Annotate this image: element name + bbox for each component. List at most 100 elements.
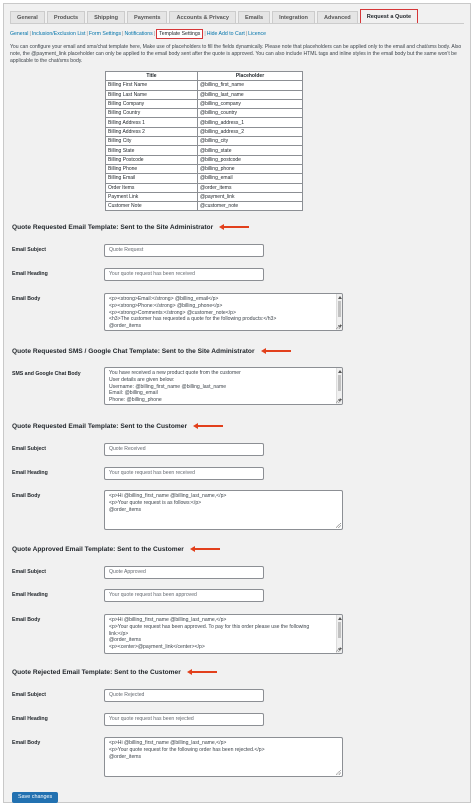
resize-handle[interactable] xyxy=(336,324,341,329)
placeholder-title-cell: Billing Email xyxy=(105,173,198,184)
body-line: <p><strong>Comments:</strong> @customer_… xyxy=(109,309,236,316)
customer-rejected-body-textarea[interactable]: <p>Hi @billing_first_name @billing_last_… xyxy=(104,737,343,777)
customer-rejected-subject-input[interactable]: Quote Rejected xyxy=(104,689,264,702)
tabs-divider xyxy=(10,23,464,24)
placeholder-title-cell: Billing Address 2 xyxy=(105,126,198,138)
placeholder-code-cell: @billing_email xyxy=(197,173,303,184)
body-line: <p>Your quote request for the following … xyxy=(109,746,265,753)
arrow-icon xyxy=(189,545,220,552)
placeholder-code-cell: @billing_last_name xyxy=(197,89,303,100)
placeholder-code-cell: @billing_phone xyxy=(197,163,303,175)
body-line: @order_items xyxy=(109,753,142,760)
placeholder-code-cell: @billing_state xyxy=(197,145,303,156)
intro-text: You can configure your email and sms/cha… xyxy=(10,44,462,64)
placeholder-title-cell: Order Items xyxy=(105,182,198,193)
placeholder-title-cell: Billing City xyxy=(105,136,198,147)
sms-body-label: SMS and Google Chat Body xyxy=(12,371,81,377)
resize-handle[interactable] xyxy=(336,770,341,775)
admin-email-subject-input[interactable]: Quote Request xyxy=(104,244,264,257)
body-line: <p><strong>Phone:</strong> @billing_phon… xyxy=(109,302,223,309)
placeholder-title-cell: Payment Link xyxy=(105,191,198,203)
customer-rejected-subject-label: Email Subject xyxy=(12,692,47,698)
resize-handle[interactable] xyxy=(336,398,341,403)
customer-rejected-heading-label: Email Heading xyxy=(12,716,48,722)
placeholder-code-cell: @payment_link xyxy=(197,191,303,203)
column-placeholder: Placeholder xyxy=(197,70,303,82)
tab-request-a-quote[interactable]: Request a Quote xyxy=(359,9,419,24)
subnav-template-settings[interactable]: Template Settings xyxy=(156,29,204,39)
subnav-general[interactable]: General xyxy=(10,31,28,37)
subnav-inclusion-exclusion[interactable]: Inclusion/Exclusion List xyxy=(32,31,86,37)
table-row: Billing Email @billing_email xyxy=(105,173,303,184)
customer-requested-subject-input[interactable]: Quote Received xyxy=(104,443,264,456)
placeholder-code-cell: @billing_postcode xyxy=(197,154,303,165)
subnav-hide-add-to-cart[interactable]: Hide Add to Cart xyxy=(207,31,245,37)
customer-approved-section-title: Quote Approved Email Template: Sent to t… xyxy=(12,545,220,553)
placeholder-title-cell: Billing Company xyxy=(105,98,198,110)
resize-handle[interactable] xyxy=(336,647,341,652)
customer-approved-heading-label: Email Heading xyxy=(12,592,48,598)
subnav-form-settings[interactable]: Form Settings xyxy=(89,31,121,37)
table-row: Billing Postcode @billing_postcode xyxy=(105,154,303,165)
admin-email-section-title: Quote Requested Email Template: Sent to … xyxy=(12,223,250,231)
admin-email-heading-input[interactable]: Your quote request has been received xyxy=(104,268,264,281)
table-row: Order Items @order_items xyxy=(105,182,303,193)
customer-rejected-body-label: Email Body xyxy=(12,740,41,746)
placeholder-title-cell: Customer Note xyxy=(105,201,198,212)
body-line: <p>Hi @billing_first_name @billing_last_… xyxy=(109,740,227,746)
placeholder-code-cell: @billing_company xyxy=(197,98,303,110)
placeholder-title-cell: Billing State xyxy=(105,145,198,156)
customer-requested-body-textarea[interactable]: <p>Hi @billing_first_name @billing_last_… xyxy=(104,490,343,530)
placeholder-title-cell: Billing Last Name xyxy=(105,89,198,100)
body-line: Username: @billing_first_name @billing_l… xyxy=(109,383,227,390)
customer-requested-subject-label: Email Subject xyxy=(12,446,47,452)
subnav-separator: | xyxy=(122,31,124,37)
placeholder-code-cell: @customer_note xyxy=(197,201,303,212)
placeholder-table-header: Title Placeholder xyxy=(105,70,303,82)
body-line: Email: @billing_email xyxy=(109,390,158,397)
placeholder-table: Title Placeholder Billing First Name @bil… xyxy=(105,70,303,212)
arrow-icon xyxy=(260,347,291,354)
resize-handle[interactable] xyxy=(336,523,341,528)
body-line: <p><strong>Email:</strong> @billing_emai… xyxy=(109,296,219,302)
placeholder-code-cell: @billing_city xyxy=(197,136,303,147)
customer-approved-title-text: Quote Approved Email Template: Sent to t… xyxy=(12,546,184,553)
subnav-separator: | xyxy=(29,31,31,37)
body-line: @order_items xyxy=(109,323,142,330)
customer-requested-section-title: Quote Requested Email Template: Sent to … xyxy=(12,422,224,430)
arrow-icon xyxy=(186,668,217,675)
customer-requested-heading-label: Email Heading xyxy=(12,470,48,476)
customer-approved-subject-input[interactable]: Quote Approved xyxy=(104,566,264,579)
placeholder-code-cell: @billing_address_2 xyxy=(197,126,303,138)
table-row: Payment Link @payment_link xyxy=(105,191,303,203)
table-row: Billing State @billing_state xyxy=(105,145,303,156)
table-row: Customer Note @customer_note xyxy=(105,201,303,212)
customer-approved-body-textarea[interactable]: <p>Hi @billing_first_name @billing_last_… xyxy=(104,614,343,654)
save-changes-button[interactable]: Save changes xyxy=(12,792,59,803)
table-row: Billing Company @billing_company xyxy=(105,98,303,110)
body-line: User details are given below: xyxy=(109,376,175,383)
table-row: Billing First Name @billing_first_name xyxy=(105,80,303,91)
placeholder-title-cell: Billing Address 1 xyxy=(105,117,198,128)
body-line: @order_items xyxy=(109,506,142,513)
body-line: <p>Your quote request is as follows:</p> xyxy=(109,499,202,506)
customer-requested-title-text: Quote Requested Email Template: Sent to … xyxy=(12,423,188,430)
table-row: Billing City @billing_city xyxy=(105,136,303,147)
body-line: <p>Your quote request has been approved.… xyxy=(109,623,310,630)
customer-requested-heading-input[interactable]: Your quote request has been received xyxy=(104,467,264,480)
customer-approved-heading-input[interactable]: Your quote request has been approved xyxy=(104,589,264,602)
table-row: Billing Last Name @billing_last_name xyxy=(105,89,303,100)
subnav-licence[interactable]: Licence xyxy=(248,31,266,37)
placeholder-code-cell: @billing_country xyxy=(197,108,303,119)
placeholder-code-cell: @billing_first_name xyxy=(197,80,303,91)
subnav-separator: | xyxy=(204,31,206,37)
admin-sms-title-text: Quote Requested SMS / Google Chat Templa… xyxy=(12,348,255,355)
customer-rejected-section-title: Quote Rejected Email Template: Sent to t… xyxy=(12,668,217,676)
admin-email-body-textarea[interactable]: <p><strong>Email:</strong> @billing_emai… xyxy=(104,293,343,331)
placeholder-table-body: Billing First Name @billing_first_name Bil… xyxy=(105,80,303,212)
admin-email-subject-label: Email Subject xyxy=(12,247,47,253)
customer-rejected-heading-input[interactable]: Your quote request has been rejected xyxy=(104,713,264,726)
subnav-notifications[interactable]: Notifications xyxy=(124,31,152,37)
customer-approved-subject-label: Email Subject xyxy=(12,569,47,575)
sms-body-textarea[interactable]: You have received a new product quote fr… xyxy=(104,367,343,405)
